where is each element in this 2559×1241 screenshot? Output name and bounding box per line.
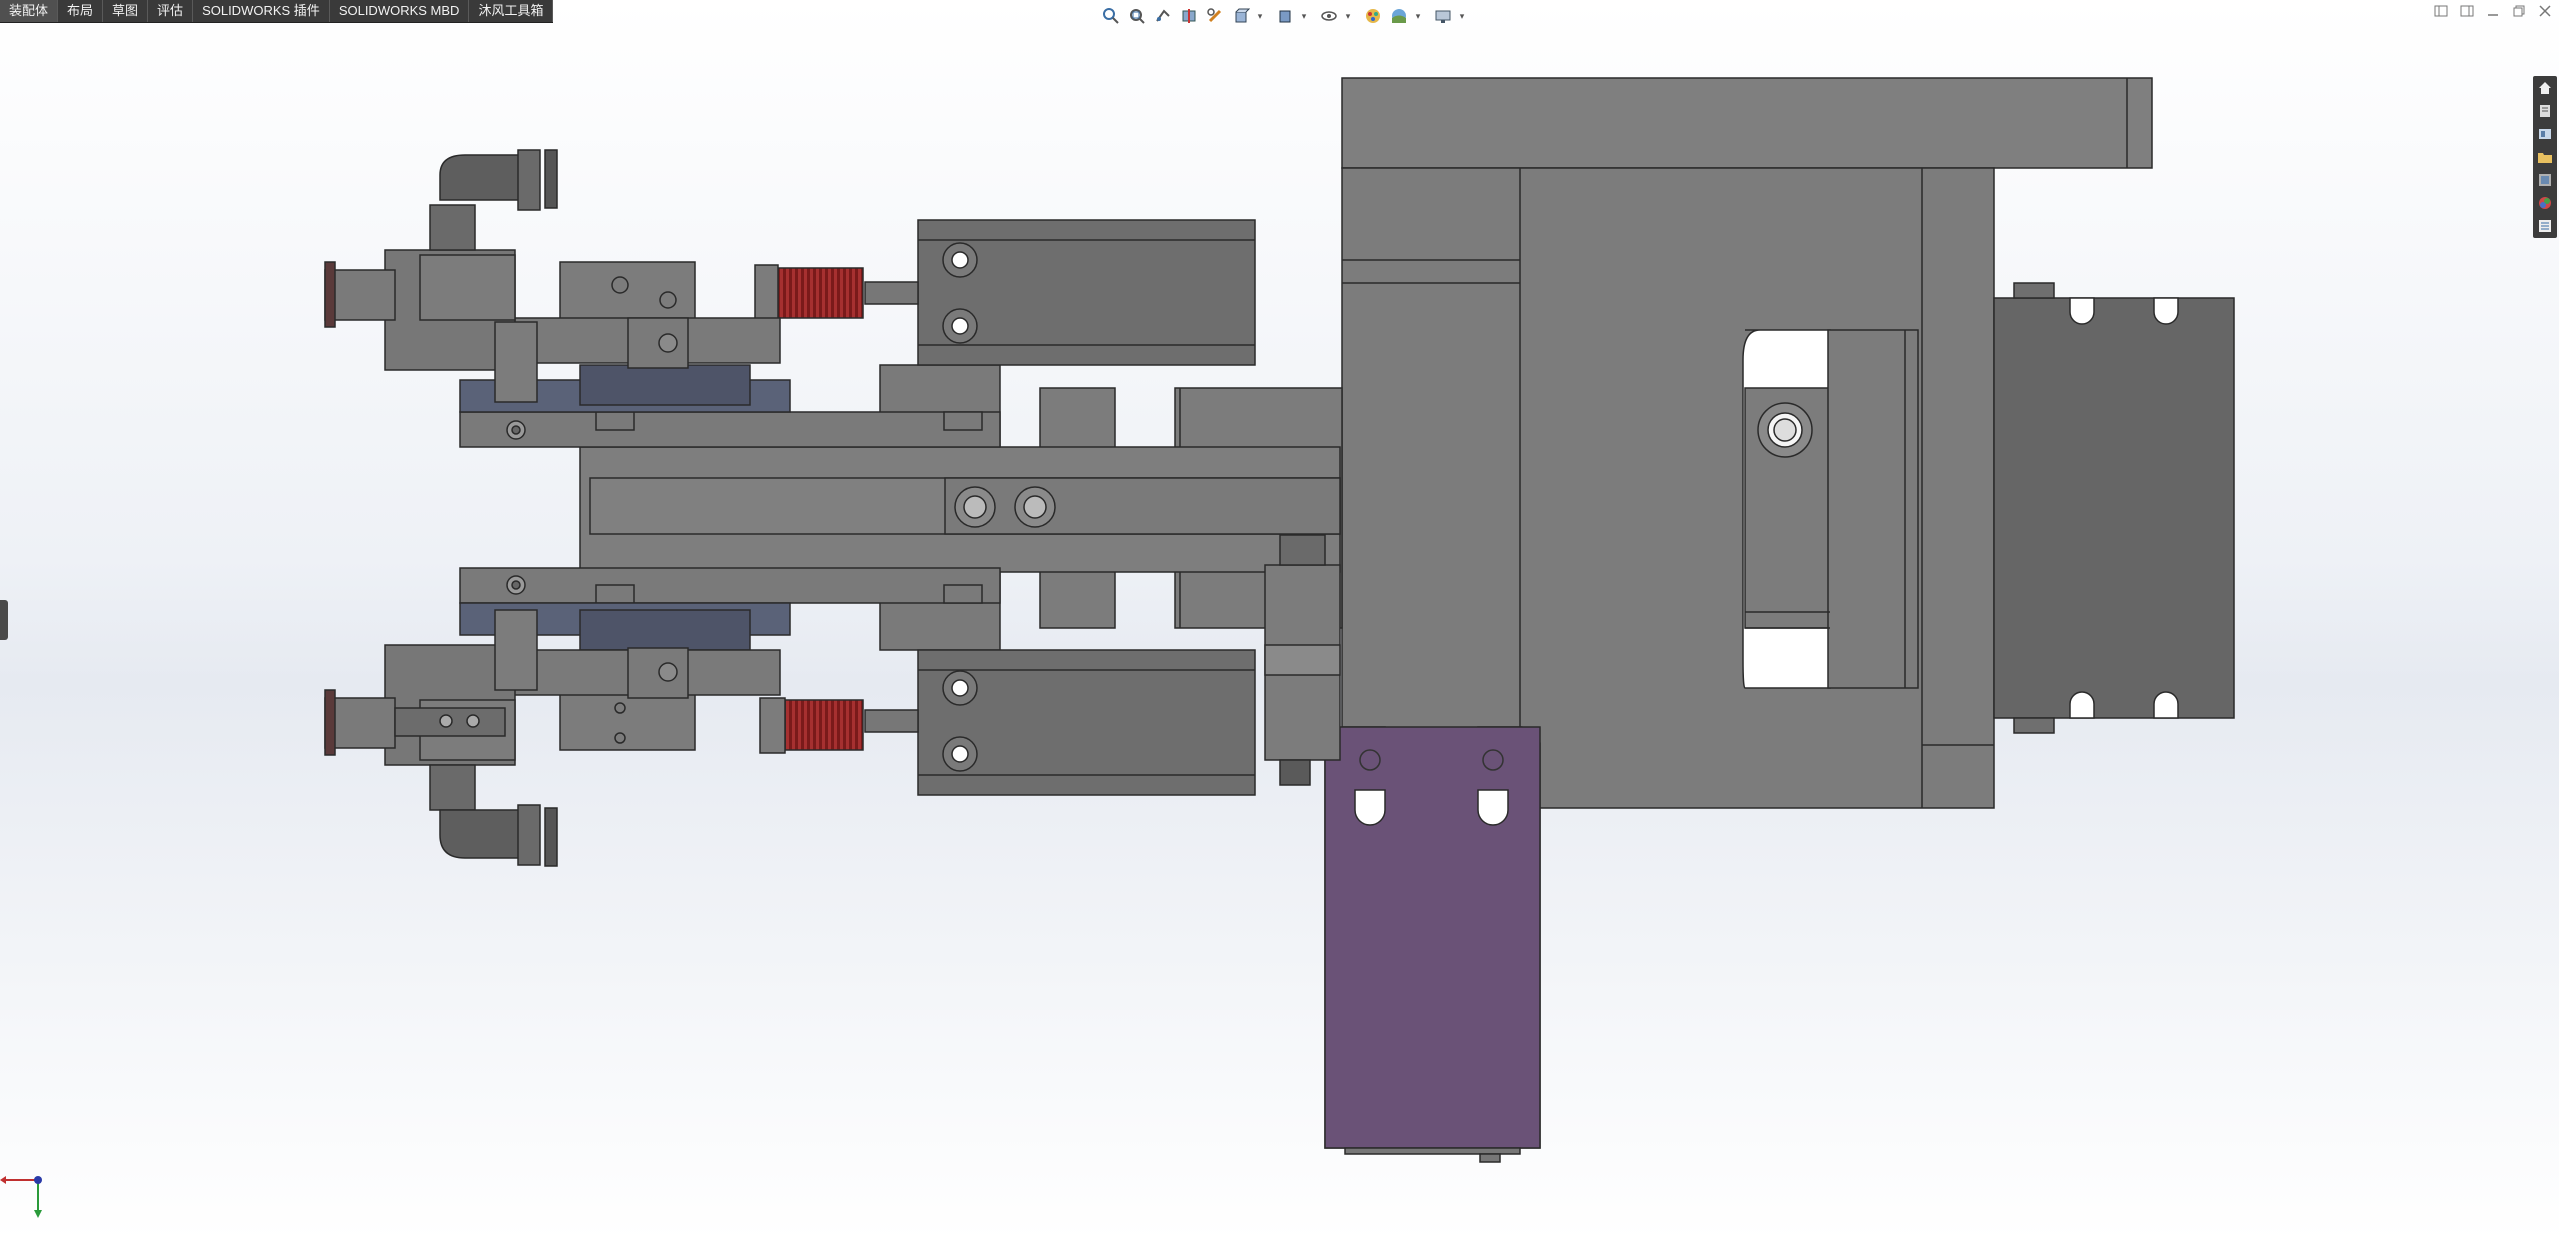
upper-spring (754, 264, 864, 321)
upper-rail-bar (459, 411, 1001, 448)
right-motor-block (1993, 282, 2235, 734)
upper-elbow-fitting (439, 149, 558, 211)
lower-rail-bar (459, 567, 1001, 604)
purple-bracket (1324, 726, 1541, 1163)
window-slot (1742, 329, 1919, 689)
upper-cylinder (864, 219, 1256, 366)
lower-spring (759, 697, 864, 754)
center-fitting (1264, 534, 1341, 786)
center-slide-rod (579, 446, 1341, 573)
top-plate (1341, 77, 2153, 169)
lower-cylinder (864, 649, 1256, 796)
lower-elbow-fitting (439, 804, 558, 867)
coordinate-triad (0, 1176, 42, 1218)
graphics-area[interactable] (0, 0, 2559, 1241)
